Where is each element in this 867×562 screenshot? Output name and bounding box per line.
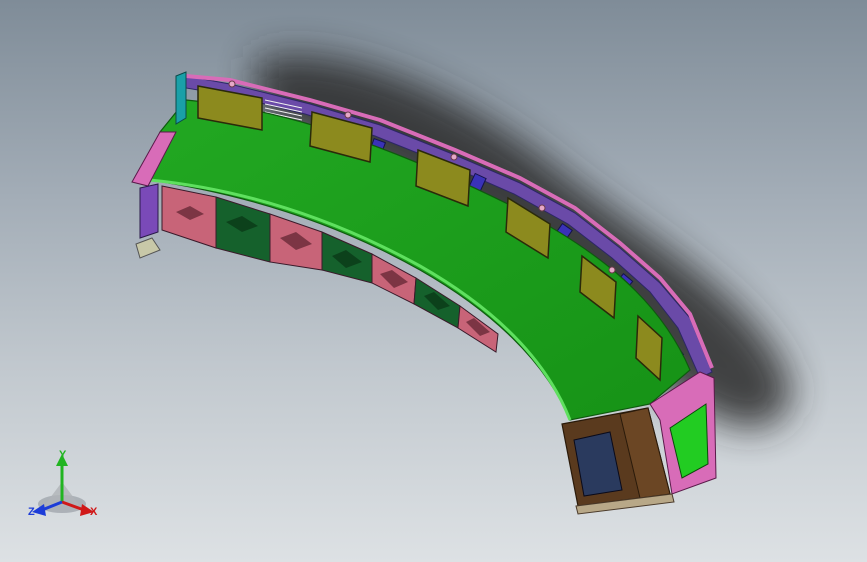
y-axis-label: Y xyxy=(59,449,67,461)
left-end-panel xyxy=(139,183,159,239)
left-leg xyxy=(135,237,161,259)
desk-model-scene[interactable] xyxy=(0,0,867,562)
cad-viewport[interactable]: Y X Z xyxy=(0,0,867,562)
z-axis-label: Z xyxy=(28,506,35,518)
x-axis-label: X xyxy=(90,506,98,518)
left-end-upright xyxy=(175,71,187,125)
axis-triad[interactable]: Y X Z xyxy=(22,448,108,526)
